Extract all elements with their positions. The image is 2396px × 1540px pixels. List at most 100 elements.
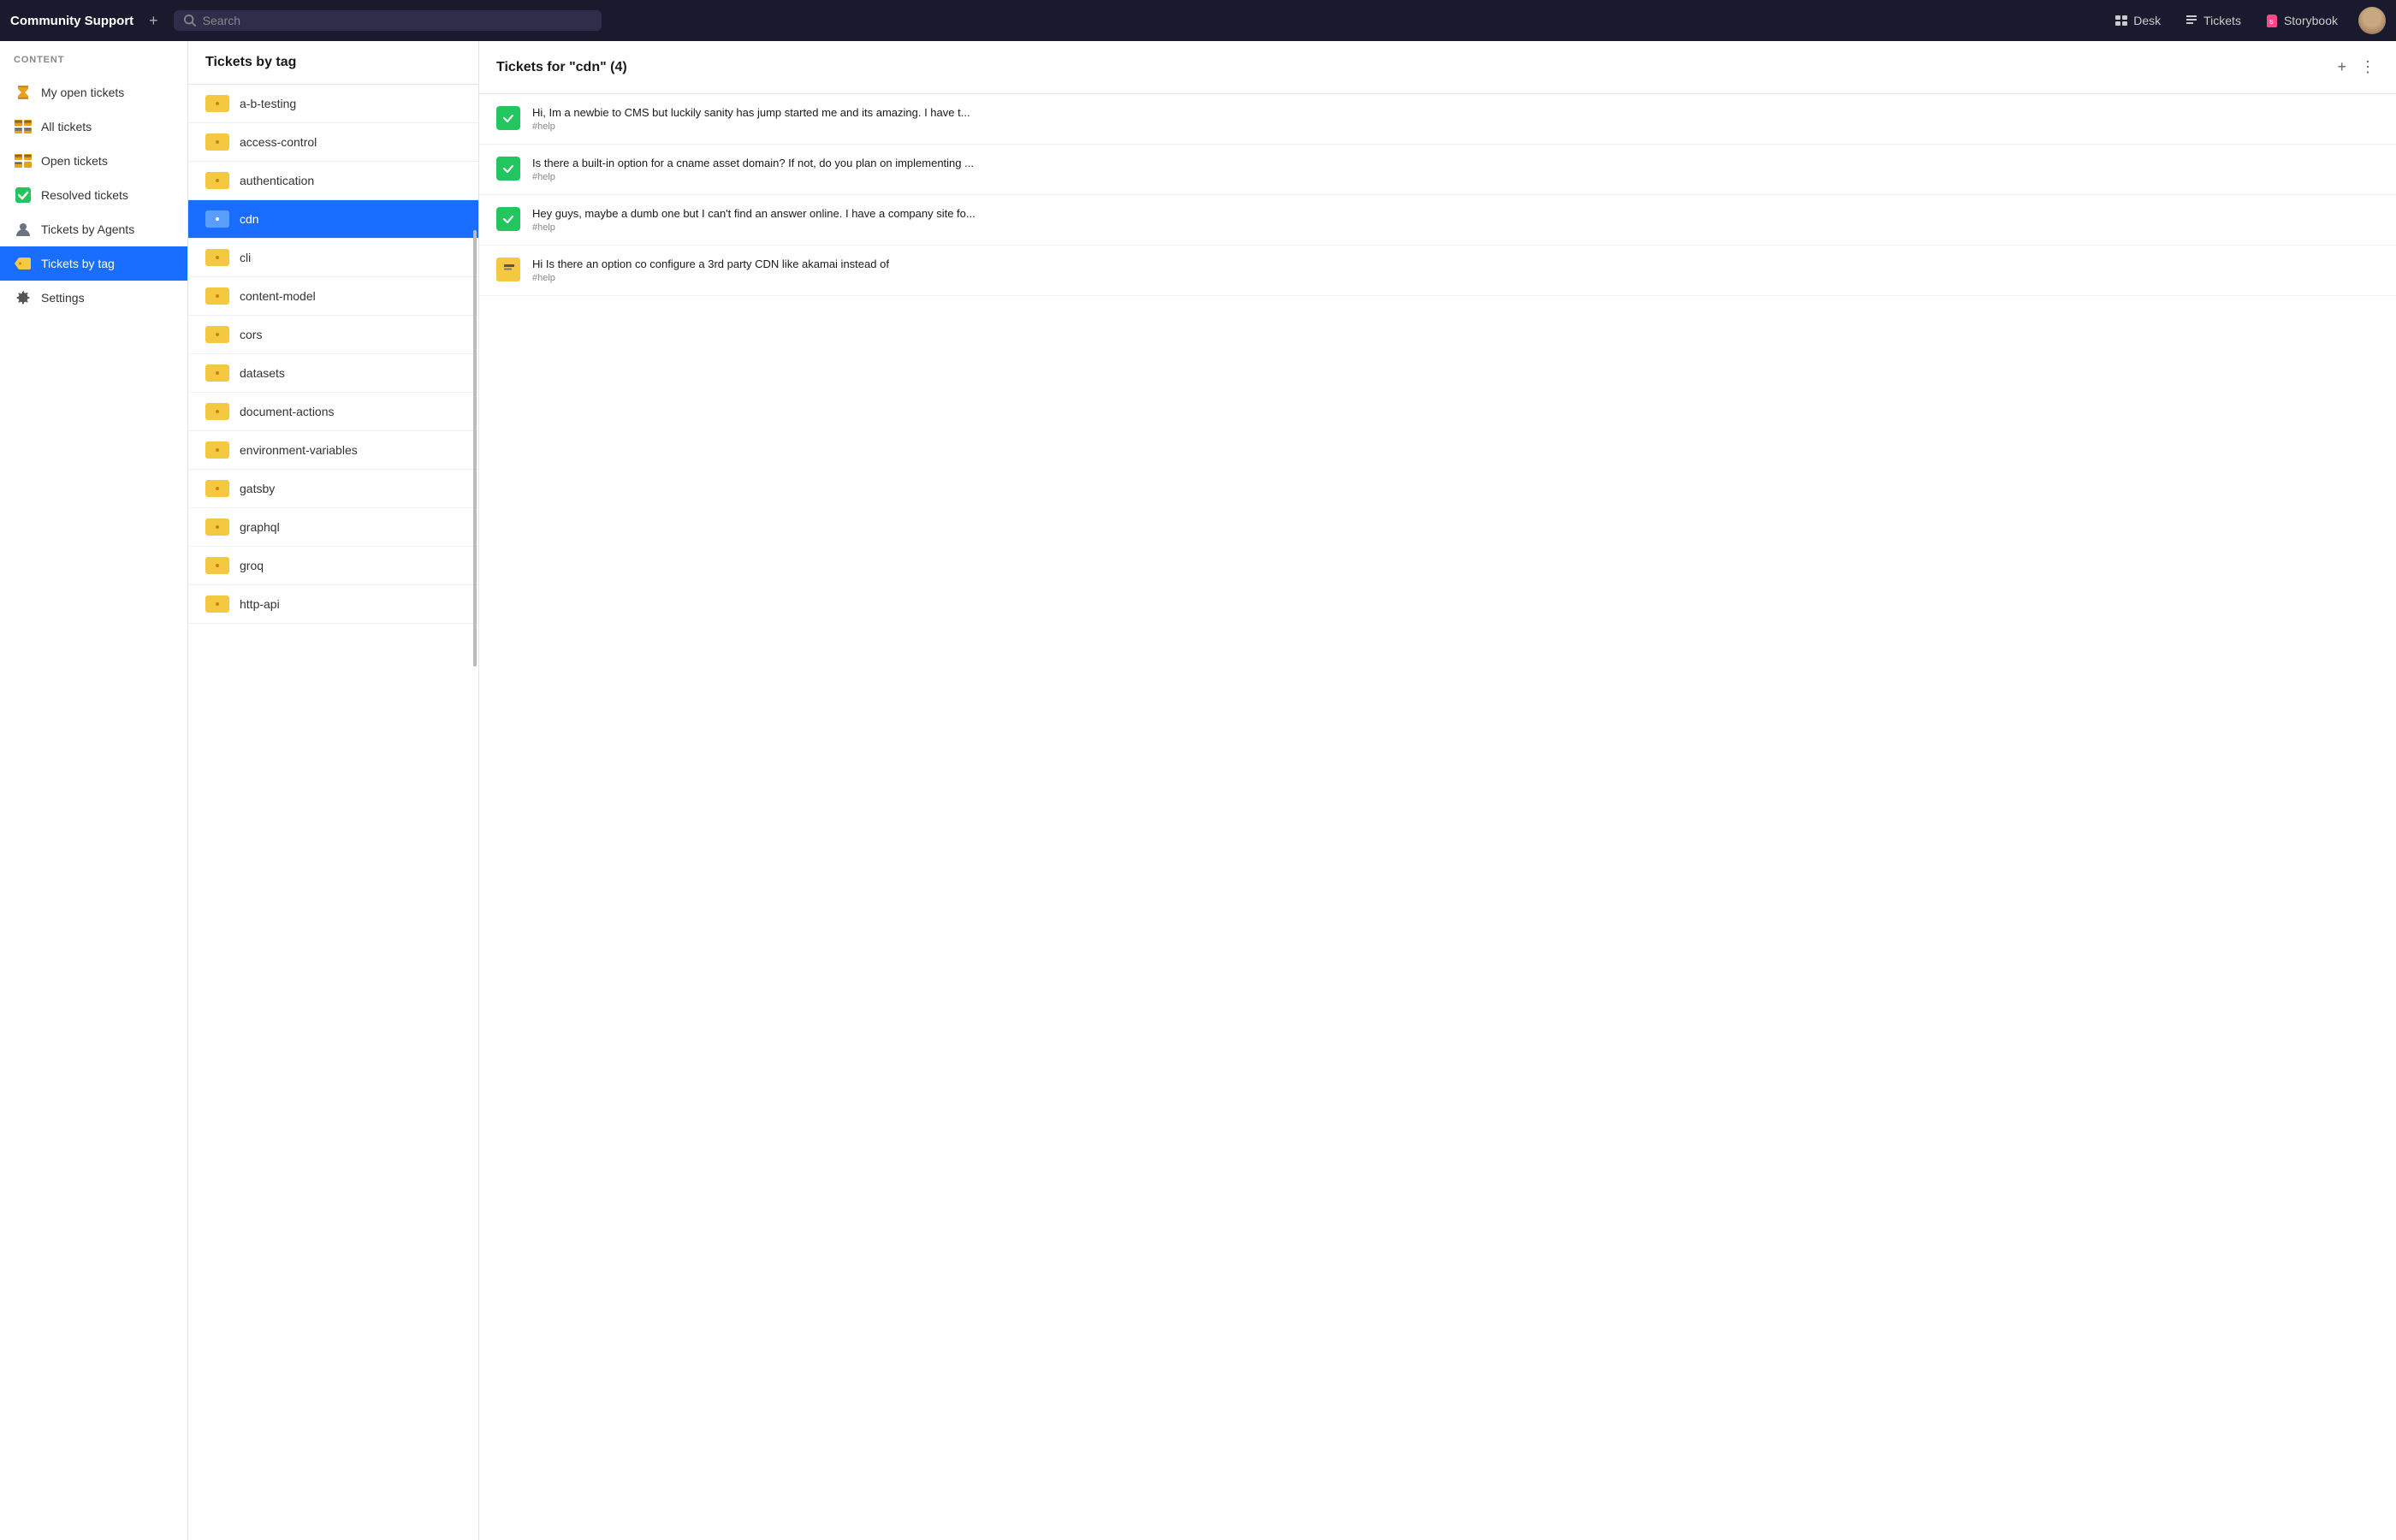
tag-row-icon-cors xyxy=(205,326,229,343)
tag-row-authentication[interactable]: authentication xyxy=(188,162,478,200)
tag-row-dot-cors xyxy=(216,333,219,336)
tag-row-dot-groq xyxy=(216,564,219,567)
ticket-content-t3: Hey guys, maybe a dumb one but I can't f… xyxy=(532,207,2379,233)
sidebar-item-open-tickets[interactable]: Open tickets xyxy=(0,144,187,178)
sidebar-item-my-open-tickets[interactable]: My open tickets xyxy=(0,75,187,110)
tag-row-http-api[interactable]: http-api xyxy=(188,585,478,624)
svg-text:S: S xyxy=(2269,20,2274,26)
all-tickets-icon xyxy=(14,117,33,136)
nav-storybook[interactable]: S Storybook xyxy=(2255,9,2348,33)
more-options-button[interactable]: ⋮ xyxy=(2357,55,2379,80)
tag-row-icon-cli xyxy=(205,249,229,266)
tickets-header-actions: + ⋮ xyxy=(2334,55,2379,80)
sidebar-label-resolved-tickets: Resolved tickets xyxy=(41,188,128,202)
tags-list-wrapper: a-b-testing access-control authenticatio… xyxy=(188,85,478,1540)
ticket-item-t3[interactable]: Hey guys, maybe a dumb one but I can't f… xyxy=(479,195,2396,246)
tag-row-access-control[interactable]: access-control xyxy=(188,123,478,162)
tag-row-label-gatsby: gatsby xyxy=(240,482,275,495)
ticket-item-t4[interactable]: Hi Is there an option co configure a 3rd… xyxy=(479,246,2396,296)
tickets-column: Tickets for "cdn" (4) + ⋮ Hi, Im a newbi… xyxy=(479,41,2396,1540)
tag-row-gatsby[interactable]: gatsby xyxy=(188,470,478,508)
tag-row-label-access-control: access-control xyxy=(240,135,317,149)
search-input[interactable] xyxy=(203,14,591,27)
tag-row-dot-authentication xyxy=(216,179,219,182)
tag-row-dot-document-actions xyxy=(216,410,219,413)
ticket-resolved-icon xyxy=(496,106,520,130)
ticket-tag-t2: #help xyxy=(532,172,2379,182)
sidebar-item-tickets-by-tag[interactable]: Tickets by tag xyxy=(0,246,187,281)
tag-row-datasets[interactable]: datasets xyxy=(188,354,478,393)
tag-row-icon-document-actions xyxy=(205,403,229,420)
desk-icon xyxy=(2114,14,2128,27)
ticket-text-t3: Hey guys, maybe a dumb one but I can't f… xyxy=(532,207,1011,220)
tag-row-icon-groq xyxy=(205,557,229,574)
tag-row-label-a-b-testing: a-b-testing xyxy=(240,97,296,110)
tag-row-icon-access-control xyxy=(205,133,229,151)
tag-row-icon-content-model xyxy=(205,287,229,305)
tag-row-graphql[interactable]: graphql xyxy=(188,508,478,547)
tag-row-environment-variables[interactable]: environment-variables xyxy=(188,431,478,470)
tag-row-dot-graphql xyxy=(216,525,219,529)
tag-row-icon-cdn xyxy=(205,210,229,228)
search-icon xyxy=(184,15,196,27)
tag-row-dot-gatsby xyxy=(216,487,219,490)
tag-row-dot-access-control xyxy=(216,140,219,144)
tag-row-icon-a-b-testing xyxy=(205,95,229,112)
nav-storybook-label: Storybook xyxy=(2284,14,2338,27)
tag-row-document-actions[interactable]: document-actions xyxy=(188,393,478,431)
add-workspace-button[interactable]: + xyxy=(144,10,163,32)
tag-row-dot-a-b-testing xyxy=(216,102,219,105)
tags-scrollbar[interactable] xyxy=(473,230,477,666)
sidebar-item-settings[interactable]: Settings xyxy=(0,281,187,315)
add-ticket-button[interactable]: + xyxy=(2334,55,2350,80)
tag-row-label-cors: cors xyxy=(240,328,262,341)
sidebar-item-resolved-tickets[interactable]: Resolved tickets xyxy=(0,178,187,212)
tag-row-a-b-testing[interactable]: a-b-testing xyxy=(188,85,478,123)
ticket-content-t1: Hi, Im a newbie to CMS but luckily sanit… xyxy=(532,106,2379,132)
nav-desk-label: Desk xyxy=(2133,14,2161,27)
ticket-resolved-icon xyxy=(496,207,520,231)
tag-row-icon-environment-variables xyxy=(205,441,229,459)
sidebar-item-tickets-by-agents[interactable]: Tickets by Agents xyxy=(0,212,187,246)
tag-row-icon-http-api xyxy=(205,595,229,613)
ticket-list: Hi, Im a newbie to CMS but luckily sanit… xyxy=(479,94,2396,1540)
tag-row-content-model[interactable]: content-model xyxy=(188,277,478,316)
avatar-image xyxy=(2358,7,2386,34)
tag-row-cdn[interactable]: cdn xyxy=(188,200,478,239)
settings-icon xyxy=(14,288,33,307)
ticket-item-t2[interactable]: Is there a built-in option for a cname a… xyxy=(479,145,2396,195)
search-bar xyxy=(174,10,602,31)
tag-row-label-graphql: graphql xyxy=(240,520,280,534)
tag-row-dot-http-api xyxy=(216,602,219,606)
topnav: Community Support + Desk Tickets S xyxy=(0,0,2396,41)
nav-tickets[interactable]: Tickets xyxy=(2174,9,2251,33)
tag-row-label-document-actions: document-actions xyxy=(240,405,335,418)
tag-row-groq[interactable]: groq xyxy=(188,547,478,585)
tag-row-dot-cdn xyxy=(216,217,219,221)
hourglass-icon xyxy=(14,83,33,102)
avatar[interactable] xyxy=(2358,7,2386,34)
tag-row-label-cli: cli xyxy=(240,251,251,264)
tag-row-dot-cli xyxy=(216,256,219,259)
ticket-tag-icon xyxy=(496,258,520,281)
ticket-tag-t3: #help xyxy=(532,222,2379,233)
nav-desk[interactable]: Desk xyxy=(2104,9,2171,33)
ticket-tag-t1: #help xyxy=(532,121,2379,132)
sidebar: Content My open tickets xyxy=(0,41,188,1540)
nav-tickets-label: Tickets xyxy=(2203,14,2241,27)
ticket-text-t1: Hi, Im a newbie to CMS but luckily sanit… xyxy=(532,106,1011,119)
tag-row-icon-authentication xyxy=(205,172,229,189)
tags-column: Tickets by tag a-b-testing access-contro… xyxy=(188,41,479,1540)
tag-row-label-datasets: datasets xyxy=(240,366,285,380)
tag-row-cors[interactable]: cors xyxy=(188,316,478,354)
brand-title: Community Support xyxy=(10,14,133,28)
tag-row-label-authentication: authentication xyxy=(240,174,314,187)
tag-row-cli[interactable]: cli xyxy=(188,239,478,277)
sidebar-item-all-tickets[interactable]: All tickets xyxy=(0,110,187,144)
tag-row-label-content-model: content-model xyxy=(240,289,316,303)
ticket-content-t2: Is there a built-in option for a cname a… xyxy=(532,157,2379,182)
tags-list: a-b-testing access-control authenticatio… xyxy=(188,85,478,1540)
ticket-item-t1[interactable]: Hi, Im a newbie to CMS but luckily sanit… xyxy=(479,94,2396,145)
ticket-resolved-icon xyxy=(496,157,520,181)
sidebar-header: Content xyxy=(0,55,187,75)
